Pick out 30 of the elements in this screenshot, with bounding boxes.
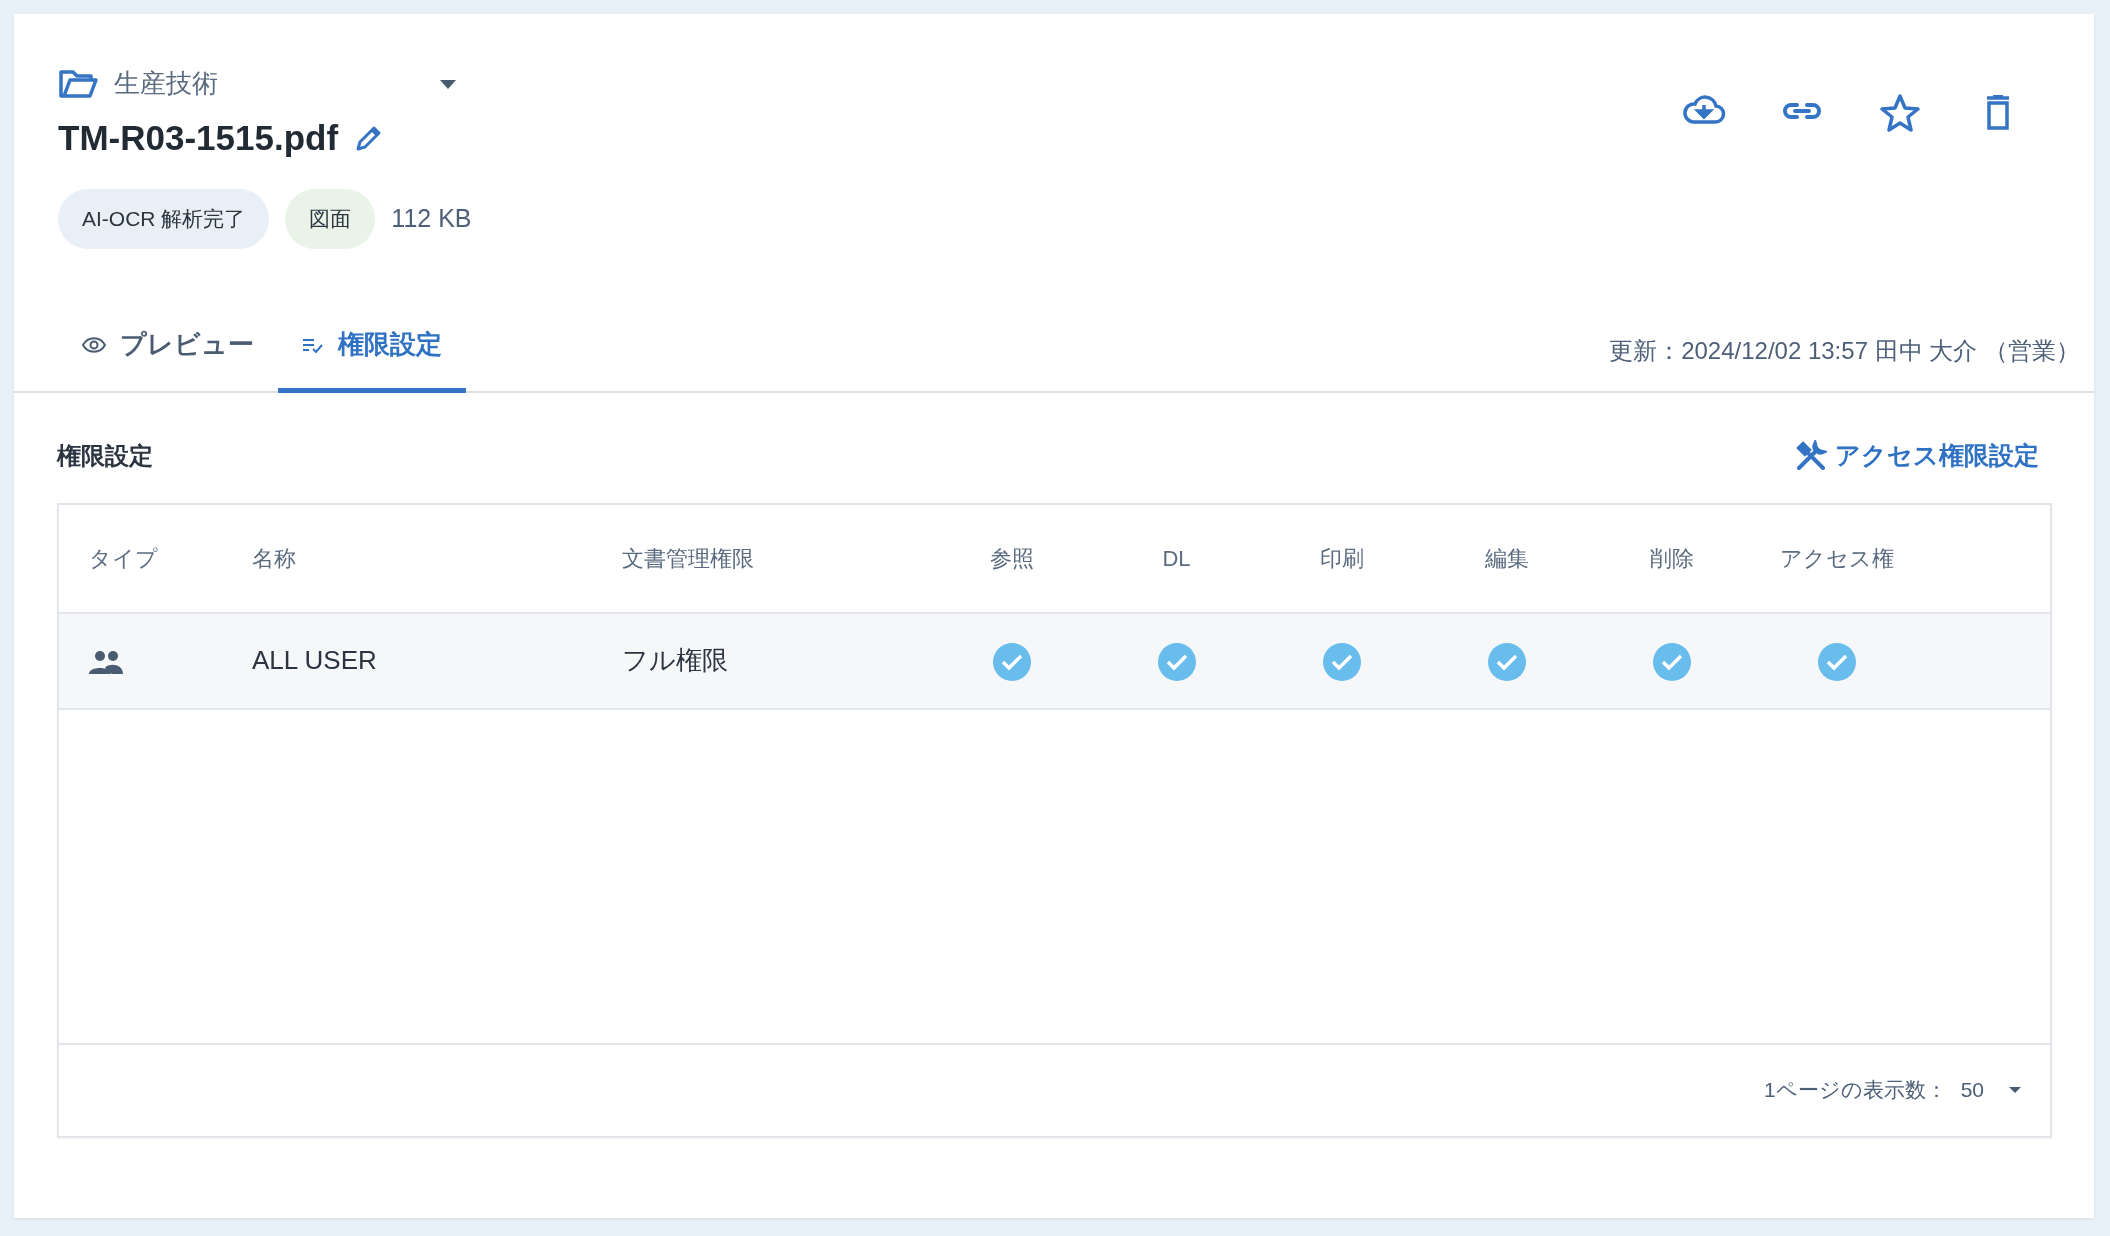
column-header: 文書管理権限 [592,504,929,613]
eye-icon [82,336,106,353]
column-header: タイプ [59,504,222,613]
column-header: 編集 [1424,504,1589,613]
tag-badge: 図面 [285,189,376,249]
file-name: TM-R03-1515.pdf [58,117,339,159]
column-header: DL [1094,504,1259,613]
caret-icon [2008,1086,2022,1094]
section-title: 権限設定 [57,440,153,471]
caret-icon[interactable] [438,77,458,90]
checklist-icon [302,336,324,353]
tools-icon [1795,439,1827,472]
folder-icon [58,67,98,100]
updated-info: 更新：2024/12/02 13:57 田中 大介 （営業） [1609,336,2080,366]
tag-badge: AI-OCR 解析完了 [58,189,270,249]
column-header: 削除 [1589,504,1754,613]
file-size: 112 KB [391,203,472,235]
user-name: ALL USER [222,612,592,709]
column-header: 参照 [929,504,1094,613]
tab[interactable]: プレビュー [58,307,278,393]
page-size-label: 1ページの表示数： [1763,1077,1947,1104]
column-header: 印刷 [1259,504,1424,613]
permission-level: フル権限 [592,612,929,709]
folder-name: 生産技術 [114,67,218,100]
access-settings-link[interactable]: アクセス権限設定 [1795,437,2039,475]
column-header: 名称 [222,504,592,613]
column-header: アクセス権 [1754,504,1919,613]
tab[interactable]: 権限設定 [278,307,466,393]
page-size-select[interactable]: 50 [1960,1074,2022,1106]
users-icon [89,650,123,675]
